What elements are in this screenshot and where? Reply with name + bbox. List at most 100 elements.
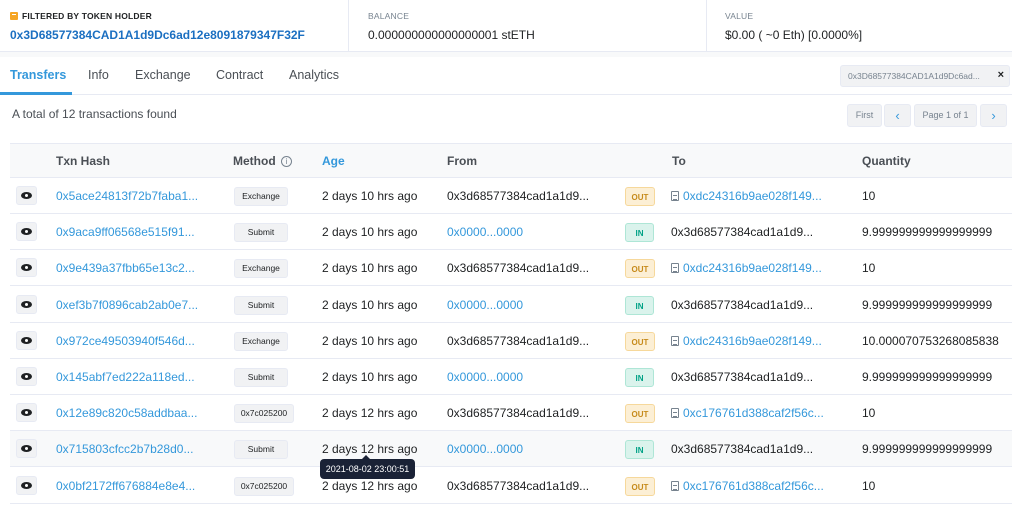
direction-badge: IN [625,223,654,243]
table-row: 0x145abf7ed222a118ed... Submit 2 days 10 h… [10,359,1012,395]
close-icon[interactable]: × [998,69,1004,81]
contract-icon [671,408,679,419]
eye-icon[interactable] [16,330,37,350]
from-address[interactable]: 0x0000...0000 [447,442,523,456]
first-page-button[interactable]: First [847,104,882,127]
table-row: 0x5ace24813f72b7faba1... Exchange 2 days 1… [10,178,1012,214]
transfers-panel: Transfers Info Exchange Contract Analyti… [0,57,1012,510]
age-value: 2 days 10 hrs ago [322,225,418,240]
quantity-value: 10 [862,478,876,493]
method-badge: Exchange [234,259,288,279]
token-holder-summary: FILTERED BY TOKEN HOLDER 0x3D68577384CAD… [0,0,1012,52]
table-row: 0x972ce49503940f546d... Exchange 2 days 10… [10,323,1012,359]
active-tab-indicator [0,92,72,95]
to-address[interactable]: 0xc176761d388caf2f56c... [671,406,824,420]
balance-label: BALANCE [368,11,410,21]
tab-analytics[interactable]: Analytics [289,68,339,82]
age-value: 2 days 10 hrs ago [322,261,418,276]
contract-icon [671,191,679,201]
transactions-count: A total of 12 transactions found [12,107,177,121]
to-address: 0x3d68577384cad1a1d9... [671,297,814,312]
value-label: VALUE [725,11,754,21]
method-badge: Submit [234,295,288,315]
to-address[interactable]: 0xc176761d388caf2f56c... [671,479,824,493]
age-tooltip: 2021-08-02 23:00:51 [320,455,415,479]
quantity-value: 9.999999999999999999 [862,225,993,240]
quantity-value: 9.999999999999999999 [862,442,993,457]
eye-icon[interactable] [16,403,37,423]
col-method: Method i [233,154,292,168]
eye-icon[interactable] [16,367,37,386]
from-address: 0x3d68577384cad1a1d9... [447,261,590,276]
value-section: VALUE $0.00 ( ~0 Eth) [0.0000%] [706,0,862,52]
age-value: 2 days 12 hrs ago [322,406,418,421]
from-address: 0x3d68577384cad1a1d9... [447,333,590,348]
direction-badge: IN [625,440,654,460]
txn-hash-link[interactable]: 0x9aca9ff06568e515f91... [56,225,195,239]
col-age[interactable]: Age [322,154,345,168]
tab-contract[interactable]: Contract [216,68,263,82]
to-address: 0x3d68577384cad1a1d9... [671,442,814,457]
from-address[interactable]: 0x0000...0000 [447,225,523,239]
table-row: 0x715803cfcc2b7b28d0... Submit 2 days 12 h… [10,431,1012,468]
eye-icon[interactable] [16,439,37,459]
age-value: 2 days 10 hrs ago [322,333,418,348]
txn-hash-link[interactable]: 0x9e439a37fbb65e13c2... [56,261,195,275]
method-badge: Submit [234,440,288,460]
quantity-value: 10 [862,261,876,276]
info-icon[interactable]: i [281,156,292,167]
prev-page-button[interactable]: ‹ [884,104,911,127]
quantity-value: 9.999999999999999999 [862,297,993,312]
table-row: 0xef3b7f0896cab2ab0e7... Submit 2 days 10 … [10,287,1012,323]
method-badge: Exchange [234,331,288,351]
quantity-value: 9.999999999999999999 [862,370,993,384]
to-address: 0x3d68577384cad1a1d9... [671,225,814,240]
next-page-button[interactable]: › [980,104,1007,127]
to-address[interactable]: 0xdc24316b9ae028f149... [671,334,822,348]
eye-icon[interactable] [16,186,37,205]
txn-hash-link[interactable]: 0x5ace24813f72b7faba1... [56,189,198,203]
direction-badge: OUT [625,187,655,206]
tab-info[interactable]: Info [88,68,109,82]
age-value: 2 days 10 hrs ago [322,189,418,203]
tab-transfers[interactable]: Transfers [10,68,66,82]
col-from: From [447,154,477,168]
txn-hash-link[interactable]: 0x0bf2172ff676884e8e4... [56,479,195,493]
txn-hash-link[interactable]: 0x145abf7ed222a118ed... [56,370,195,384]
from-address[interactable]: 0x0000...0000 [447,298,523,312]
filter-label: FILTERED BY TOKEN HOLDER [22,11,152,21]
eye-icon[interactable] [16,475,37,495]
txn-hash-link[interactable]: 0x715803cfcc2b7b28d0... [56,442,193,456]
to-address: 0x3d68577384cad1a1d9... [671,370,814,384]
direction-badge: IN [625,368,654,387]
tab-exchange[interactable]: Exchange [135,68,191,82]
method-badge: Submit [234,223,288,243]
txn-hash-link[interactable]: 0x12e89c820c58addbaa... [56,406,197,420]
address-filter-text: 0x3D68577384CAD1A1d9Dc6ad... [848,71,980,81]
page-indicator: Page 1 of 1 [914,104,977,127]
to-address[interactable]: 0xdc24316b9ae028f149... [671,189,822,203]
balance-section: BALANCE 0.000000000000000001 stETH [348,0,535,52]
table-row: 0x9e439a37fbb65e13c2... Exchange 2 days 10… [10,250,1012,287]
eye-icon[interactable] [16,258,37,278]
from-address: 0x3d68577384cad1a1d9... [447,189,590,203]
contract-icon [671,335,679,346]
txn-hash-link[interactable]: 0x972ce49503940f546d... [56,334,195,348]
age-value: 2 days 12 hrs ago [322,478,418,493]
txn-hash-link[interactable]: 0xef3b7f0896cab2ab0e7... [56,298,198,312]
age-value: 2 days 10 hrs ago [322,297,418,312]
eye-icon[interactable] [16,222,37,242]
from-address[interactable]: 0x0000...0000 [447,370,523,384]
direction-badge: OUT [625,476,655,496]
quantity-value: 10 [862,189,876,203]
contract-icon [671,263,679,274]
balance-value: 0.000000000000000001 stETH [368,28,535,42]
to-address[interactable]: 0xdc24316b9ae028f149... [671,261,822,275]
method-badge: Exchange [234,187,288,206]
eye-icon[interactable] [16,294,37,314]
filter-address-link[interactable]: 0x3D68577384CAD1A1d9Dc6ad12e8091879347F3… [10,28,305,42]
filter-icon [10,12,18,20]
direction-badge: IN [625,295,654,315]
contract-icon [671,480,679,491]
tab-bar: Transfers Info Exchange Contract Analyti… [0,57,1012,95]
